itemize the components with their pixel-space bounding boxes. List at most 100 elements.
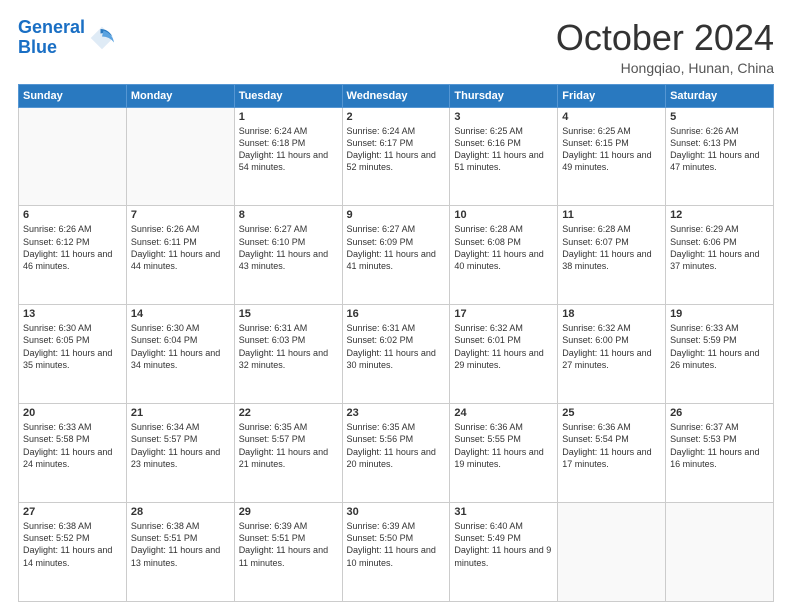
day-number: 29 — [239, 506, 338, 518]
calendar-cell: 21 Sunrise: 6:34 AMSunset: 5:57 PMDayligh… — [126, 404, 234, 503]
weekday-header-thursday: Thursday — [450, 84, 558, 107]
day-number: 10 — [454, 209, 553, 221]
calendar-cell — [558, 503, 666, 602]
month-title: October 2024 — [556, 18, 774, 58]
calendar-cell: 25 Sunrise: 6:36 AMSunset: 5:54 PMDayligh… — [558, 404, 666, 503]
calendar-cell: 10 Sunrise: 6:28 AMSunset: 6:08 PMDayligh… — [450, 206, 558, 305]
day-info: Sunrise: 6:34 AMSunset: 5:57 PMDaylight:… — [131, 421, 230, 470]
calendar-cell: 11 Sunrise: 6:28 AMSunset: 6:07 PMDayligh… — [558, 206, 666, 305]
logo: General Blue — [18, 18, 117, 58]
day-number: 23 — [347, 407, 446, 419]
calendar-cell: 19 Sunrise: 6:33 AMSunset: 5:59 PMDayligh… — [666, 305, 774, 404]
day-info: Sunrise: 6:38 AMSunset: 5:51 PMDaylight:… — [131, 520, 230, 569]
calendar-cell: 2 Sunrise: 6:24 AMSunset: 6:17 PMDaylight… — [342, 107, 450, 206]
day-number: 22 — [239, 407, 338, 419]
calendar-cell: 7Sunrise: 6:26 AMSunset: 6:11 PMDaylight… — [126, 206, 234, 305]
day-info: Sunrise: 6:31 AMSunset: 6:03 PMDaylight:… — [239, 322, 338, 371]
day-number: 27 — [23, 506, 122, 518]
day-info: Sunrise: 6:28 AMSunset: 6:08 PMDaylight:… — [454, 223, 553, 272]
day-number: 24 — [454, 407, 553, 419]
day-info: Sunrise: 6:35 AMSunset: 5:56 PMDaylight:… — [347, 421, 446, 470]
calendar-cell — [19, 107, 127, 206]
calendar-cell: 29 Sunrise: 6:39 AMSunset: 5:51 PMDayligh… — [234, 503, 342, 602]
location: Hongqiao, Hunan, China — [556, 60, 774, 76]
day-number: 5 — [670, 111, 769, 123]
day-number: 2 — [347, 111, 446, 123]
day-info: Sunrise: 6:39 AMSunset: 5:51 PMDaylight:… — [239, 520, 338, 569]
day-info: Sunrise: 6:35 AMSunset: 5:57 PMDaylight:… — [239, 421, 338, 470]
day-info: Sunrise: 6:26 AMSunset: 6:13 PMDaylight:… — [670, 125, 769, 174]
calendar-cell: 17Sunrise: 6:32 AMSunset: 6:01 PMDayligh… — [450, 305, 558, 404]
weekday-header-saturday: Saturday — [666, 84, 774, 107]
calendar-cell: 13 Sunrise: 6:30 AMSunset: 6:05 PMDayligh… — [19, 305, 127, 404]
day-number: 6 — [23, 209, 122, 221]
day-info: Sunrise: 6:38 AMSunset: 5:52 PMDaylight:… — [23, 520, 122, 569]
day-number: 16 — [347, 308, 446, 320]
day-number: 12 — [670, 209, 769, 221]
day-info: Sunrise: 6:39 AMSunset: 5:50 PMDaylight:… — [347, 520, 446, 569]
day-info: Sunrise: 6:36 AMSunset: 5:54 PMDaylight:… — [562, 421, 661, 470]
calendar-cell: 28 Sunrise: 6:38 AMSunset: 5:51 PMDayligh… — [126, 503, 234, 602]
day-number: 28 — [131, 506, 230, 518]
weekday-header-tuesday: Tuesday — [234, 84, 342, 107]
weekday-header-friday: Friday — [558, 84, 666, 107]
day-info: Sunrise: 6:30 AMSunset: 6:04 PMDaylight:… — [131, 322, 230, 371]
day-number: 4 — [562, 111, 661, 123]
day-info: Sunrise: 6:36 AMSunset: 5:55 PMDaylight:… — [454, 421, 553, 470]
day-info: Sunrise: 6:33 AMSunset: 5:58 PMDaylight:… — [23, 421, 122, 470]
day-info: Sunrise: 6:24 AMSunset: 6:18 PMDaylight:… — [239, 125, 338, 174]
day-number: 8 — [239, 209, 338, 221]
day-info: Sunrise: 6:31 AMSunset: 6:02 PMDaylight:… — [347, 322, 446, 371]
title-block: October 2024 Hongqiao, Hunan, China — [556, 18, 774, 76]
day-number: 31 — [454, 506, 553, 518]
day-info: Sunrise: 6:27 AMSunset: 6:10 PMDaylight:… — [239, 223, 338, 272]
day-info: Sunrise: 6:32 AMSunset: 6:00 PMDaylight:… — [562, 322, 661, 371]
day-number: 13 — [23, 308, 122, 320]
calendar-cell: 18 Sunrise: 6:32 AMSunset: 6:00 PMDayligh… — [558, 305, 666, 404]
calendar-cell: 30 Sunrise: 6:39 AMSunset: 5:50 PMDayligh… — [342, 503, 450, 602]
header: General Blue October 2024 Hongqiao, Huna… — [18, 18, 774, 76]
day-number: 18 — [562, 308, 661, 320]
day-number: 1 — [239, 111, 338, 123]
day-number: 19 — [670, 308, 769, 320]
calendar-cell: 4 Sunrise: 6:25 AMSunset: 6:15 PMDaylight… — [558, 107, 666, 206]
calendar-cell: 24 Sunrise: 6:36 AMSunset: 5:55 PMDayligh… — [450, 404, 558, 503]
day-info: Sunrise: 6:24 AMSunset: 6:17 PMDaylight:… — [347, 125, 446, 174]
day-info: Sunrise: 6:25 AMSunset: 6:16 PMDaylight:… — [454, 125, 553, 174]
calendar-cell: 26Sunrise: 6:37 AMSunset: 5:53 PMDayligh… — [666, 404, 774, 503]
day-info: Sunrise: 6:26 AMSunset: 6:12 PMDaylight:… — [23, 223, 122, 272]
day-info: Sunrise: 6:26 AMSunset: 6:11 PMDaylight:… — [131, 223, 230, 272]
calendar-cell: 9Sunrise: 6:27 AMSunset: 6:09 PMDaylight… — [342, 206, 450, 305]
calendar-cell — [126, 107, 234, 206]
logo-icon — [87, 23, 117, 53]
calendar-cell: 27 Sunrise: 6:38 AMSunset: 5:52 PMDayligh… — [19, 503, 127, 602]
calendar-cell: 1 Sunrise: 6:24 AMSunset: 6:18 PMDaylight… — [234, 107, 342, 206]
day-number: 21 — [131, 407, 230, 419]
weekday-header-sunday: Sunday — [19, 84, 127, 107]
weekday-header-wednesday: Wednesday — [342, 84, 450, 107]
day-number: 9 — [347, 209, 446, 221]
day-info: Sunrise: 6:29 AMSunset: 6:06 PMDaylight:… — [670, 223, 769, 272]
calendar-cell: 6 Sunrise: 6:26 AMSunset: 6:12 PMDaylight… — [19, 206, 127, 305]
calendar-cell: 22 Sunrise: 6:35 AMSunset: 5:57 PMDayligh… — [234, 404, 342, 503]
calendar-cell: 3 Sunrise: 6:25 AMSunset: 6:16 PMDaylight… — [450, 107, 558, 206]
day-number: 30 — [347, 506, 446, 518]
day-number: 3 — [454, 111, 553, 123]
day-info: Sunrise: 6:30 AMSunset: 6:05 PMDaylight:… — [23, 322, 122, 371]
calendar-cell: 14 Sunrise: 6:30 AMSunset: 6:04 PMDayligh… — [126, 305, 234, 404]
day-number: 26 — [670, 407, 769, 419]
day-info: Sunrise: 6:40 AMSunset: 5:49 PMDaylight:… — [454, 520, 553, 569]
calendar-cell — [666, 503, 774, 602]
day-number: 14 — [131, 308, 230, 320]
day-number: 25 — [562, 407, 661, 419]
day-info: Sunrise: 6:25 AMSunset: 6:15 PMDaylight:… — [562, 125, 661, 174]
calendar-cell: 5 Sunrise: 6:26 AMSunset: 6:13 PMDaylight… — [666, 107, 774, 206]
day-number: 15 — [239, 308, 338, 320]
calendar-cell: 12 Sunrise: 6:29 AMSunset: 6:06 PMDayligh… — [666, 206, 774, 305]
day-number: 11 — [562, 209, 661, 221]
day-info: Sunrise: 6:28 AMSunset: 6:07 PMDaylight:… — [562, 223, 661, 272]
day-number: 20 — [23, 407, 122, 419]
day-info: Sunrise: 6:33 AMSunset: 5:59 PMDaylight:… — [670, 322, 769, 371]
day-info: Sunrise: 6:32 AMSunset: 6:01 PMDaylight:… — [454, 322, 553, 371]
calendar-cell: 31 Sunrise: 6:40 AMSunset: 5:49 PMDayligh… — [450, 503, 558, 602]
